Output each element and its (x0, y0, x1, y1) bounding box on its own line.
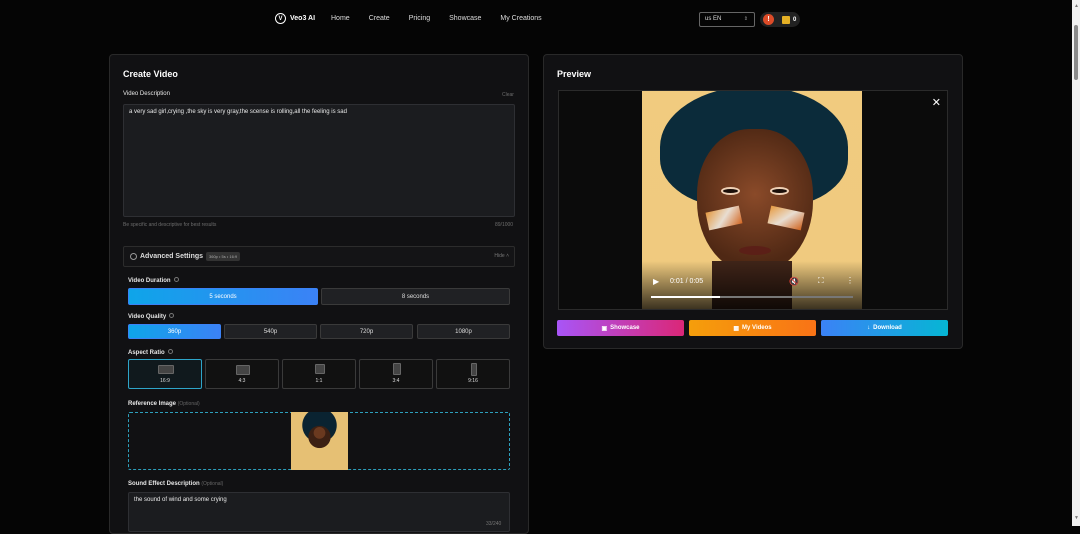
mute-icon[interactable]: 🔇 (789, 277, 799, 286)
aspect-shape-icon (236, 365, 250, 375)
settings-summary: 360p • 5s • 16:9 (206, 252, 241, 261)
quality-360p[interactable]: 360p (128, 324, 221, 339)
sound-description-input[interactable]: the sound of wind and some crying (128, 492, 510, 532)
close-icon[interactable]: ✕ (932, 96, 941, 109)
clear-button[interactable]: Clear (502, 92, 514, 98)
advanced-settings-header[interactable]: Advanced Settings 360p • 5s • 16:9 Hide (123, 246, 515, 267)
aspect-shape-icon (158, 365, 174, 374)
credits-badge[interactable]: ! 0 (760, 12, 800, 27)
brand-name: Veo3 AI (290, 15, 316, 22)
duration-label: Video Duration (128, 277, 179, 284)
grid-icon: ▦ (733, 325, 740, 332)
top-nav: V Veo3 AI Home Create Pricing Showcase My… (0, 0, 1072, 38)
language-select[interactable]: us EN (699, 12, 755, 27)
right-eye (770, 187, 789, 195)
aspect-16-9[interactable]: 16:9 (128, 359, 202, 389)
aspect-shape-icon (393, 363, 401, 375)
play-icon[interactable]: ▶ (653, 277, 659, 286)
nav-links: Home Create Pricing Showcase My Creation… (331, 15, 561, 22)
video-icon: ▣ (601, 325, 608, 332)
nav-showcase[interactable]: Showcase (449, 15, 481, 22)
video-progress-fill (651, 296, 720, 298)
reference-image-upload[interactable] (128, 412, 510, 470)
nav-my-creations[interactable]: My Creations (500, 15, 541, 22)
aspect-9-16[interactable]: 9:16 (436, 359, 510, 389)
aspect-3-4[interactable]: 3:4 (359, 359, 433, 389)
reference-label: Reference Image (Optional) (128, 401, 200, 407)
optional-label: (Optional) (201, 481, 224, 487)
quality-540p[interactable]: 540p (224, 324, 317, 339)
aspect-1-1[interactable]: 1:1 (282, 359, 356, 389)
preview-title: Preview (557, 69, 592, 79)
aspect-shape-icon (471, 363, 477, 376)
advanced-title: Advanced Settings (140, 253, 204, 260)
quality-720p[interactable]: 720p (320, 324, 413, 339)
description-label: Video Description (123, 91, 170, 97)
mouth (739, 246, 771, 255)
help-icon (169, 313, 175, 318)
showcase-button[interactable]: ▣ Showcase (557, 320, 684, 336)
aspect-label: 16:9 (160, 378, 170, 384)
download-label: Download (873, 325, 902, 331)
more-icon[interactable]: ⋮ (846, 276, 854, 285)
quality-1080p[interactable]: 1080p (417, 324, 510, 339)
nav-pricing[interactable]: Pricing (409, 15, 430, 22)
brand-logo[interactable]: V Veo3 AI (275, 13, 315, 24)
gear-icon (130, 253, 137, 260)
scroll-up-arrow[interactable]: ▲ (1074, 3, 1079, 9)
alert-icon: ! (763, 14, 774, 25)
hide-button[interactable]: Hide (494, 253, 509, 259)
video-controls: ▶ 0:01 / 0:05 🔇 ⛶ ⋮ (642, 261, 862, 309)
description-counter: 89/1000 (495, 222, 514, 228)
reference-thumbnail (291, 412, 348, 470)
aspect-label: 3:4 (392, 378, 400, 384)
aspect-label: Aspect Ratio (128, 349, 173, 356)
duration-8-seconds[interactable]: 8 seconds (321, 288, 510, 305)
fullscreen-icon[interactable]: ⛶ (818, 276, 824, 286)
showcase-label: Showcase (610, 325, 640, 331)
scroll-down-arrow[interactable]: ▼ (1074, 515, 1079, 521)
nav-home[interactable]: Home (331, 15, 350, 22)
description-input[interactable]: a very sad girl,crying ,the sky is very … (123, 104, 515, 217)
help-icon (173, 277, 179, 282)
aspect-4-3[interactable]: 4:3 (205, 359, 279, 389)
nav-create[interactable]: Create (369, 15, 390, 22)
video-time: 0:01 / 0:05 (670, 278, 704, 285)
credit-count: 0 (793, 16, 797, 23)
brand-icon: V (275, 13, 286, 24)
face-paint (767, 205, 805, 231)
aspect-label: 4:3 (238, 378, 246, 384)
aspect-shape-icon (315, 364, 325, 374)
description-hint: Be specific and descriptive for best res… (123, 222, 217, 228)
left-eye (721, 187, 740, 195)
scrollbar-thumb[interactable] (1074, 25, 1078, 80)
aspect-label: 1:1 (315, 378, 323, 384)
coin-icon (782, 15, 790, 24)
face-paint (705, 205, 743, 231)
help-icon (167, 349, 173, 354)
my-videos-label: My Videos (742, 325, 772, 331)
portrait-face (697, 129, 813, 274)
duration-5-seconds[interactable]: 5 seconds (128, 288, 318, 305)
aspect-label: 9:16 (468, 378, 478, 384)
download-icon: ↓ (867, 325, 871, 331)
video-progress[interactable] (651, 296, 853, 298)
sound-counter: 33/240 (486, 521, 502, 527)
my-videos-button[interactable]: ▦ My Videos (689, 320, 816, 336)
sound-label: Sound Effect Description (Optional) (128, 481, 224, 487)
download-button[interactable]: ↓ Download (821, 320, 948, 336)
optional-label: (Optional) (177, 401, 200, 407)
create-title: Create Video (123, 69, 178, 79)
quality-label: Video Quality (128, 313, 175, 320)
